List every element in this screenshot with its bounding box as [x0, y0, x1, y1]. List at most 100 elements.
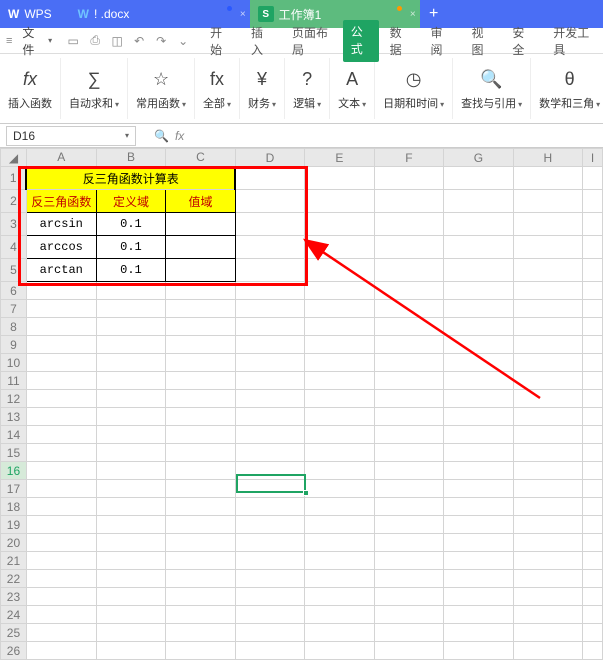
menu-burger-icon[interactable]: ≡ — [6, 35, 12, 47]
tab-review[interactable]: 审阅 — [421, 20, 461, 62]
row-20: 20 — [1, 534, 603, 552]
cell-D16[interactable] — [235, 462, 304, 480]
col-header[interactable]: B — [96, 149, 166, 167]
col-header[interactable]: H — [513, 149, 582, 167]
redo-icon[interactable]: ↷ — [152, 32, 170, 50]
row-header[interactable]: 9 — [1, 336, 27, 354]
select-all-corner[interactable]: ◢ — [1, 149, 27, 167]
autosum-button[interactable]: ∑ 自动求和▾ — [61, 58, 128, 119]
finance-functions-button[interactable]: ¥ 财务▾ — [240, 58, 285, 119]
row-header[interactable]: 22 — [1, 570, 27, 588]
tab-formula[interactable]: 公式 — [343, 20, 379, 62]
header-domain[interactable]: 定义域 — [96, 190, 166, 213]
save-icon[interactable]: ▭ — [64, 32, 82, 50]
row-header[interactable]: 15 — [1, 444, 27, 462]
spreadsheet[interactable]: ◢ A B C D E F G H I 1 反三角函数计算表 2 反三角函数 定… — [0, 148, 603, 660]
fx-icon[interactable]: fx — [175, 129, 184, 143]
tab-wps[interactable]: W WPS — [0, 0, 70, 28]
currency-icon: ¥ — [257, 67, 267, 93]
cell-fn[interactable]: arctan — [26, 259, 96, 282]
row-header[interactable]: 13 — [1, 408, 27, 426]
tab-devtools[interactable]: 开发工具 — [543, 20, 603, 62]
cell-range[interactable] — [166, 236, 236, 259]
tab-insert[interactable]: 插入 — [241, 20, 281, 62]
fill-handle[interactable] — [303, 490, 309, 496]
row-header[interactable]: 19 — [1, 516, 27, 534]
col-header[interactable]: E — [305, 149, 374, 167]
row-header[interactable]: 11 — [1, 372, 27, 390]
row-header[interactable]: 2 — [1, 190, 27, 213]
row-header[interactable]: 4 — [1, 236, 27, 259]
common-functions-button[interactable]: ☆ 常用函数▾ — [128, 58, 195, 119]
chevron-down-icon: ▾ — [48, 36, 52, 45]
row-header[interactable]: 8 — [1, 318, 27, 336]
col-header[interactable]: G — [444, 149, 513, 167]
tab-start[interactable]: 开始 — [200, 20, 240, 62]
row-header[interactable]: 12 — [1, 390, 27, 408]
cell-range[interactable] — [166, 213, 236, 236]
cell-domain[interactable]: 0.1 — [96, 259, 166, 282]
tab-security[interactable]: 安全 — [502, 20, 542, 62]
datetime-functions-button[interactable]: ◷ 日期和时间▾ — [375, 58, 453, 119]
chevron-down-icon: ▾ — [125, 131, 129, 140]
quick-access-toolbar: ▭ ⎙ ◫ ↶ ↷ ⌄ — [64, 32, 192, 50]
header-fn[interactable]: 反三角函数 — [26, 190, 96, 213]
text-functions-button[interactable]: A 文本▾ — [330, 58, 375, 119]
print-icon[interactable]: ⎙ — [86, 32, 104, 50]
cell-domain[interactable]: 0.1 — [96, 236, 166, 259]
col-header[interactable]: I — [583, 149, 603, 167]
row-header[interactable]: 6 — [1, 282, 27, 300]
theta-icon: θ — [565, 67, 575, 93]
insert-function-button[interactable]: fx 插入函数 — [0, 58, 61, 119]
row-header[interactable]: 24 — [1, 606, 27, 624]
row-header[interactable]: 20 — [1, 534, 27, 552]
ribbon-label: 财务▾ — [248, 95, 276, 111]
cell-fn[interactable]: arcsin — [26, 213, 96, 236]
cell-fn[interactable]: arccos — [26, 236, 96, 259]
col-header[interactable]: F — [374, 149, 443, 167]
search-icon[interactable]: 🔍 — [154, 129, 169, 143]
row-header[interactable]: 1 — [1, 167, 27, 190]
word-icon: W — [78, 7, 89, 21]
row-header[interactable]: 21 — [1, 552, 27, 570]
qat-more-icon[interactable]: ⌄ — [174, 32, 192, 50]
col-header[interactable]: C — [166, 149, 236, 167]
all-functions-button[interactable]: fx 全部▾ — [195, 58, 240, 119]
cell-range[interactable] — [166, 259, 236, 282]
logic-functions-button[interactable]: ? 逻辑▾ — [285, 58, 330, 119]
math-functions-button[interactable]: θ 数学和三角▾ — [531, 58, 603, 119]
header-range[interactable]: 值域 — [166, 190, 236, 213]
cell-domain[interactable]: 0.1 — [96, 213, 166, 236]
sigma-icon: ∑ — [88, 67, 101, 93]
row-header[interactable]: 26 — [1, 642, 27, 660]
row-26: 26 — [1, 642, 603, 660]
tab-view[interactable]: 视图 — [461, 20, 501, 62]
row-header[interactable]: 16 — [1, 462, 27, 480]
row-header[interactable]: 18 — [1, 498, 27, 516]
row-header[interactable]: 25 — [1, 624, 27, 642]
table-title[interactable]: 反三角函数计算表 — [26, 167, 235, 190]
row-header[interactable]: 5 — [1, 259, 27, 282]
close-icon[interactable]: × — [410, 9, 416, 20]
row-header[interactable]: 3 — [1, 213, 27, 236]
row-header[interactable]: 14 — [1, 426, 27, 444]
tab-indicator — [227, 6, 232, 11]
col-header[interactable]: D — [235, 149, 304, 167]
close-icon[interactable]: × — [240, 9, 246, 20]
row-header[interactable]: 7 — [1, 300, 27, 318]
undo-icon[interactable]: ↶ — [130, 32, 148, 50]
row-13: 13 — [1, 408, 603, 426]
tab-label: ! .docx — [94, 7, 129, 21]
lookup-functions-button[interactable]: 🔍 查找与引用▾ — [453, 58, 531, 119]
row-15: 15 — [1, 444, 603, 462]
row-header[interactable]: 10 — [1, 354, 27, 372]
row-header[interactable]: 23 — [1, 588, 27, 606]
name-box[interactable]: D16 ▾ — [6, 126, 136, 146]
ribbon-label: 逻辑▾ — [293, 95, 321, 111]
row-header[interactable]: 17 — [1, 480, 27, 498]
col-header[interactable]: A — [26, 149, 96, 167]
tab-data[interactable]: 数据 — [380, 20, 420, 62]
tab-pagelayout[interactable]: 页面布局 — [282, 20, 342, 62]
preview-icon[interactable]: ◫ — [108, 32, 126, 50]
row-23: 23 — [1, 588, 603, 606]
